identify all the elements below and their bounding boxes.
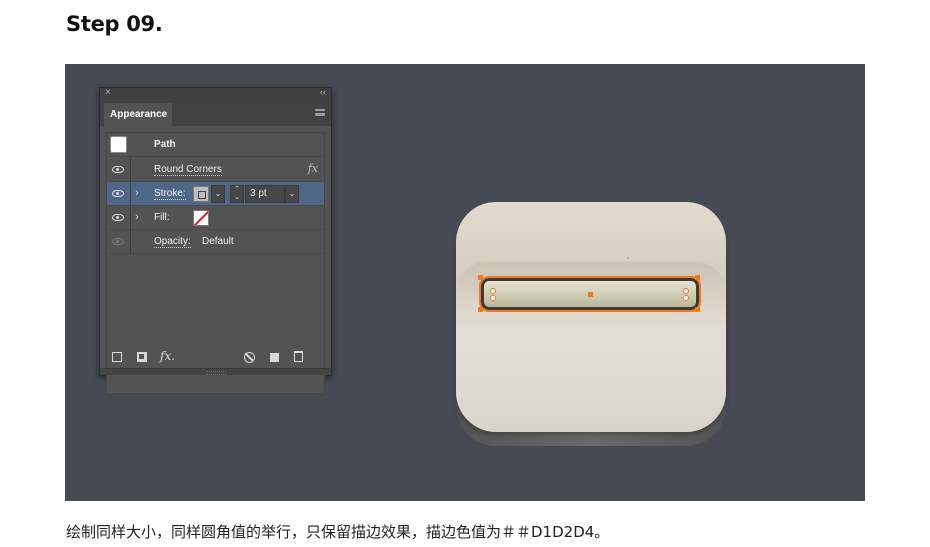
anchor-point[interactable] xyxy=(478,275,483,280)
add-stroke-icon[interactable] xyxy=(112,352,122,362)
delete-item-icon[interactable] xyxy=(294,351,303,362)
opacity-link[interactable]: Opacity: xyxy=(154,236,191,248)
add-fill-icon[interactable] xyxy=(137,352,147,362)
row-label: Path xyxy=(154,139,176,150)
collapse-icon[interactable]: ‹‹ xyxy=(320,87,326,97)
appearance-panel[interactable]: × ‹‹ Appearance Path Round Corners fx › … xyxy=(99,87,332,394)
effect-link-round-corners[interactable]: Round Corners xyxy=(154,164,222,176)
anchor-point[interactable] xyxy=(695,307,700,312)
app-icon-artwork[interactable] xyxy=(455,200,728,450)
appearance-row-fill[interactable]: › Fill: xyxy=(107,206,324,230)
guide-mark xyxy=(627,257,629,259)
corner-widget[interactable] xyxy=(683,295,689,301)
stroke-weight-stepper[interactable]: ⌃ ⌄ xyxy=(230,185,244,203)
fill-label: Fill: xyxy=(154,212,170,223)
row-divider xyxy=(130,158,131,182)
stroke-color-swatch[interactable] xyxy=(193,186,209,202)
corner-widget[interactable] xyxy=(683,288,689,294)
expand-chevron-icon[interactable]: › xyxy=(135,187,139,199)
stroke-weight-dropdown[interactable]: ⌄ xyxy=(285,185,299,203)
appearance-row-opacity[interactable]: Opacity: Default xyxy=(107,230,324,254)
stroke-weight-input[interactable]: 3 pt xyxy=(245,185,285,203)
center-point[interactable] xyxy=(588,292,593,297)
stroke-link[interactable]: Stroke: xyxy=(154,188,186,200)
stroke-color-dropdown[interactable]: ⌄ xyxy=(211,185,225,203)
corner-widget[interactable] xyxy=(490,288,496,294)
fx-icon: fx xyxy=(307,162,318,175)
caption-text: 绘制同样大小，同样圆角值的举行，只保留描边效果，描边色值为＃＃D1D2D4。 xyxy=(66,523,610,541)
duplicate-item-icon[interactable] xyxy=(270,353,279,362)
tab-appearance[interactable]: Appearance xyxy=(104,103,172,126)
path-thumbnail xyxy=(110,136,127,153)
appearance-row-round-corners[interactable]: Round Corners fx xyxy=(107,158,324,182)
expand-chevron-icon[interactable]: › xyxy=(135,211,139,223)
opacity-value: Default xyxy=(202,236,234,247)
appearance-row-stroke[interactable]: › Stroke: ⌄ ⌃ ⌄ 3 pt ⌄ xyxy=(107,182,324,206)
visibility-eye-icon[interactable] xyxy=(112,238,124,245)
visibility-eye-icon[interactable] xyxy=(112,190,124,197)
panel-menu-icon[interactable] xyxy=(315,109,325,116)
panel-title-bar[interactable]: × ‹‹ xyxy=(100,87,331,100)
panel-resize-grip[interactable] xyxy=(100,368,331,375)
fx-icon[interactable]: fx. xyxy=(160,349,175,363)
row-divider xyxy=(130,206,131,230)
visibility-eye-icon[interactable] xyxy=(112,214,124,221)
appearance-row-path[interactable]: Path xyxy=(107,133,324,157)
corner-widget[interactable] xyxy=(490,295,496,301)
panel-bottom-toolbar: fx. xyxy=(100,348,331,366)
fill-none-swatch[interactable] xyxy=(193,210,209,226)
anchor-point[interactable] xyxy=(695,275,700,280)
row-divider xyxy=(130,182,131,206)
clear-appearance-icon[interactable] xyxy=(244,352,255,363)
close-icon[interactable]: × xyxy=(105,87,111,98)
row-divider xyxy=(130,230,131,254)
visibility-eye-icon[interactable] xyxy=(112,166,124,173)
panel-tabbar: Appearance xyxy=(100,100,331,126)
step-title: Step 09. xyxy=(66,12,163,36)
anchor-point[interactable] xyxy=(478,307,483,312)
